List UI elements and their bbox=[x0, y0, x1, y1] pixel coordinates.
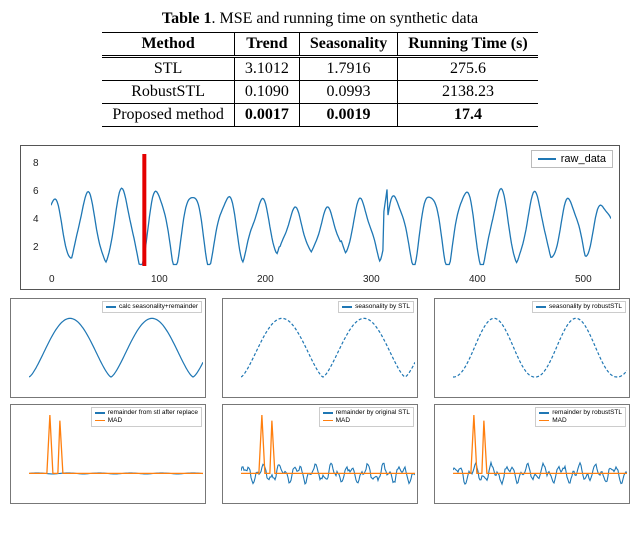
col-method: Method bbox=[102, 33, 234, 57]
legend-label: MAD bbox=[336, 417, 350, 425]
small-chart: calc seasonality+remainder bbox=[10, 298, 206, 398]
legend-label: MAD bbox=[108, 417, 122, 425]
figure-area: raw_data 2 4 6 8 0 100 200 300 400 500 c… bbox=[10, 145, 630, 504]
x-tick: 500 bbox=[575, 274, 592, 285]
legend-line-icon bbox=[342, 306, 352, 308]
legend-line-icon bbox=[95, 412, 105, 414]
main-chart-svg bbox=[51, 154, 611, 266]
legend-line-icon bbox=[323, 412, 333, 414]
results-table: Method Trend Seasonality Running Time (s… bbox=[102, 32, 537, 127]
legend-label: raw_data bbox=[561, 153, 606, 165]
legend-label: remainder by original STL bbox=[336, 409, 410, 417]
small-legend: remainder from stl after replace MAD bbox=[91, 407, 202, 427]
caption-text: . MSE and running time on synthetic data bbox=[212, 10, 479, 27]
table-row: STL 3.1012 1.7916 275.6 bbox=[102, 57, 537, 81]
small-chart: remainder from stl after replace MAD bbox=[10, 404, 206, 504]
table-row: RobustSTL 0.1090 0.0993 2138.23 bbox=[102, 81, 537, 104]
y-tick: 8 bbox=[33, 158, 39, 169]
cell-method: Proposed method bbox=[102, 104, 234, 127]
cell-method: RobustSTL bbox=[102, 81, 234, 104]
small-legend: remainder by robustSTL MAD bbox=[535, 407, 626, 427]
x-tick: 300 bbox=[363, 274, 380, 285]
x-tick: 400 bbox=[469, 274, 486, 285]
cell-method: STL bbox=[102, 57, 234, 81]
cell-time: 275.6 bbox=[398, 57, 538, 81]
small-legend: seasonality by STL bbox=[338, 301, 414, 313]
legend-line-icon bbox=[323, 420, 333, 422]
small-chart: seasonality by robustSTL bbox=[434, 298, 630, 398]
cell-time: 2138.23 bbox=[398, 81, 538, 104]
small-chart: seasonality by STL bbox=[222, 298, 418, 398]
small-legend: remainder by original STL MAD bbox=[319, 407, 414, 427]
cell-seasonality: 0.0993 bbox=[299, 81, 397, 104]
legend-line-icon bbox=[539, 420, 549, 422]
legend-label: remainder by robustSTL bbox=[552, 409, 622, 417]
table-caption: Table 1. MSE and running time on synthet… bbox=[10, 10, 630, 28]
main-plot bbox=[51, 154, 609, 264]
main-chart: raw_data 2 4 6 8 0 100 200 300 400 500 bbox=[20, 145, 620, 290]
cell-seasonality: 1.7916 bbox=[299, 57, 397, 81]
legend-line-icon bbox=[95, 420, 105, 422]
legend-label: remainder from stl after replace bbox=[108, 409, 198, 417]
cell-seasonality: 0.0019 bbox=[299, 104, 397, 127]
legend-label: MAD bbox=[552, 417, 566, 425]
x-tick: 200 bbox=[257, 274, 274, 285]
small-chart-svg bbox=[241, 305, 415, 385]
small-chart-svg bbox=[453, 305, 627, 385]
legend-label: calc seasonality+remainder bbox=[119, 303, 198, 311]
cell-trend: 3.1012 bbox=[234, 57, 299, 81]
col-seasonality: Seasonality bbox=[299, 33, 397, 57]
small-chart-row: calc seasonality+remainder seasonality b… bbox=[10, 298, 630, 398]
col-time: Running Time (s) bbox=[398, 33, 538, 57]
small-chart: remainder by robustSTL MAD bbox=[434, 404, 630, 504]
small-chart-svg bbox=[29, 305, 203, 385]
x-tick: 0 bbox=[49, 274, 55, 285]
y-tick: 4 bbox=[33, 214, 39, 225]
legend-line-icon bbox=[106, 306, 116, 308]
legend-line-icon bbox=[538, 158, 556, 160]
small-legend: calc seasonality+remainder bbox=[102, 301, 202, 313]
main-legend: raw_data bbox=[531, 150, 613, 168]
y-tick: 6 bbox=[33, 186, 39, 197]
legend-label: seasonality by STL bbox=[355, 303, 410, 311]
cell-trend: 0.0017 bbox=[234, 104, 299, 127]
small-legend: seasonality by robustSTL bbox=[532, 301, 626, 313]
small-chart-row: remainder from stl after replace MAD rem… bbox=[10, 404, 630, 504]
legend-label: seasonality by robustSTL bbox=[549, 303, 622, 311]
legend-line-icon bbox=[536, 306, 546, 308]
cell-trend: 0.1090 bbox=[234, 81, 299, 104]
legend-line-icon bbox=[539, 412, 549, 414]
caption-label: Table 1 bbox=[162, 10, 212, 27]
col-trend: Trend bbox=[234, 33, 299, 57]
table-row: Proposed method 0.0017 0.0019 17.4 bbox=[102, 104, 537, 127]
x-tick: 100 bbox=[151, 274, 168, 285]
small-chart: remainder by original STL MAD bbox=[222, 404, 418, 504]
y-tick: 2 bbox=[33, 242, 39, 253]
cell-time: 17.4 bbox=[398, 104, 538, 127]
table-header-row: Method Trend Seasonality Running Time (s… bbox=[102, 33, 537, 57]
